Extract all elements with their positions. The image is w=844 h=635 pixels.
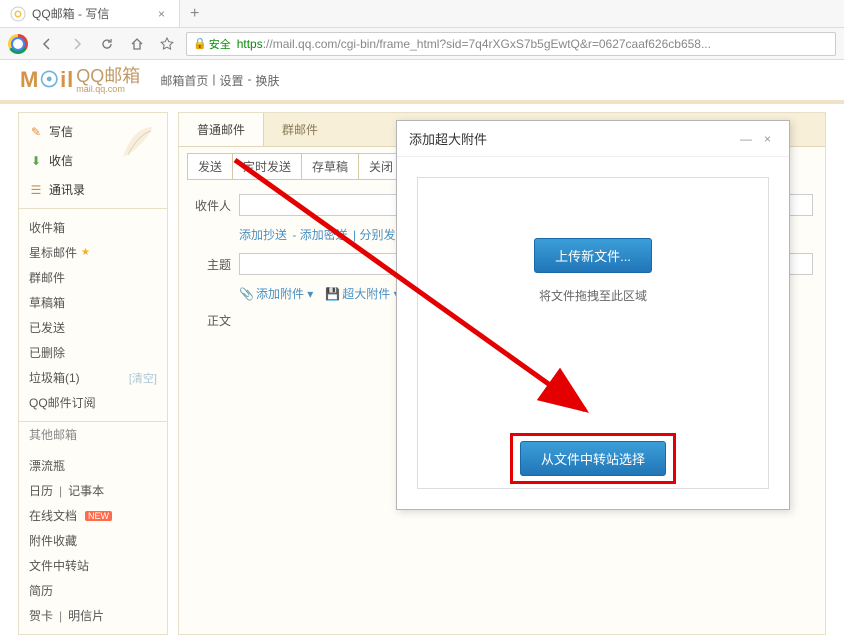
folder-starred[interactable]: 星标邮件★ [19, 240, 167, 265]
other-docs[interactable]: 在线文档NEW [19, 503, 167, 528]
lock-icon: 🔒安全 [193, 36, 231, 52]
forward-button[interactable] [66, 33, 88, 55]
url-text: https://mail.qq.com/cgi-bin/frame_html?s… [237, 37, 829, 51]
label-subject: 主题 [191, 256, 231, 273]
modal-title: 添加超大附件 [409, 129, 734, 148]
label-body: 正文 [191, 312, 231, 329]
browser-nav-bar: 🔒安全 https://mail.qq.com/cgi-bin/frame_ht… [0, 28, 844, 60]
upload-new-file-button[interactable]: 上传新文件... [534, 238, 652, 273]
other-file-relay[interactable]: 文件中转站 [19, 553, 167, 578]
sidebar-actions: ✎写信 ⬇收信 ☰通讯录 [19, 113, 167, 209]
modal-minimize-icon[interactable]: — [734, 132, 758, 146]
back-button[interactable] [36, 33, 58, 55]
address-bar[interactable]: 🔒安全 https://mail.qq.com/cgi-bin/frame_ht… [186, 32, 836, 56]
sidebar-compose[interactable]: ✎写信 [19, 117, 167, 146]
qqmail-logo[interactable]: M☉il QQ邮箱 mail.qq.com [20, 67, 140, 94]
inbox-icon: ⬇ [29, 154, 43, 168]
folder-deleted[interactable]: 已删除 [19, 340, 167, 365]
other-calendar[interactable]: 日历|记事本 [19, 478, 167, 503]
header-links: 邮箱首页 | 设置 - 换肤 [160, 72, 279, 89]
folder-sent[interactable]: 已发送 [19, 315, 167, 340]
timed-send-button[interactable]: 定时发送 [232, 153, 302, 180]
link-skin[interactable]: 换肤 [255, 72, 279, 89]
sidebar-others: 漂流瓶 日历|记事本 在线文档NEW 附件收藏 文件中转站 简历 贺卡|明信片 [19, 447, 167, 634]
browser-tab[interactable]: QQ邮箱 - 写信 × [0, 0, 180, 27]
other-attachments[interactable]: 附件收藏 [19, 528, 167, 553]
other-drift-bottle[interactable]: 漂流瓶 [19, 453, 167, 478]
add-attachment[interactable]: 📎添加附件 ▾ [239, 285, 313, 302]
tab-favicon [10, 6, 26, 22]
mail-header: M☉il QQ邮箱 mail.qq.com 邮箱首页 | 设置 - 换肤 [0, 60, 844, 100]
add-bcc[interactable]: 添加密送 [300, 228, 348, 242]
new-tab-button[interactable]: + [180, 5, 209, 23]
sidebar-contacts[interactable]: ☰通讯录 [19, 175, 167, 204]
drop-hint-text: 将文件拖拽至此区域 [539, 287, 647, 304]
big-attachment-modal: 添加超大附件 — × 上传新文件... 将文件拖拽至此区域 从文件中转站选择 [396, 120, 790, 510]
contacts-icon: ☰ [29, 183, 43, 197]
modal-close-icon[interactable]: × [758, 132, 777, 146]
select-from-relay-button[interactable]: 从文件中转站选择 [520, 441, 666, 476]
save-draft-button[interactable]: 存草稿 [301, 153, 359, 180]
sidebar-folders: 收件箱 星标邮件★ 群邮件 草稿箱 已发送 已删除 垃圾箱(1)[清空] QQ邮… [19, 209, 167, 422]
browser-tab-bar: QQ邮箱 - 写信 × + [0, 0, 844, 28]
clear-trash[interactable]: [清空] [129, 370, 157, 386]
link-mail-home[interactable]: 邮箱首页 [160, 72, 208, 89]
other-mailboxes-header: 其他邮箱 [19, 422, 167, 447]
add-cc[interactable]: 添加抄送 [239, 228, 287, 242]
paperclip-icon: 📎 [239, 287, 254, 301]
reload-button[interactable] [96, 33, 118, 55]
sidebar: ✎写信 ⬇收信 ☰通讯录 收件箱 星标邮件★ 群邮件 草稿箱 已发送 已删除 垃… [18, 112, 168, 635]
folder-subscriptions[interactable]: QQ邮件订阅 [19, 390, 167, 415]
star-button[interactable] [156, 33, 178, 55]
chrome-icon [8, 34, 28, 54]
upload-drop-zone[interactable]: 上传新文件... 将文件拖拽至此区域 从文件中转站选择 [417, 177, 769, 489]
add-big-attachment[interactable]: 💾超大附件 ▾ [325, 285, 399, 302]
tab-title: QQ邮箱 - 写信 [32, 5, 154, 22]
folder-group[interactable]: 群邮件 [19, 265, 167, 290]
star-icon: ★ [81, 247, 90, 258]
sidebar-receive[interactable]: ⬇收信 [19, 146, 167, 175]
tab-normal-mail[interactable]: 普通邮件 [179, 113, 264, 146]
label-recipient: 收件人 [191, 197, 231, 214]
send-button[interactable]: 发送 [187, 153, 233, 180]
folder-trash[interactable]: 垃圾箱(1)[清空] [19, 365, 167, 390]
folder-drafts[interactable]: 草稿箱 [19, 290, 167, 315]
folder-inbox[interactable]: 收件箱 [19, 215, 167, 240]
disk-icon: 💾 [325, 287, 340, 301]
tab-group-mail[interactable]: 群邮件 [264, 113, 336, 146]
link-settings[interactable]: 设置 [219, 72, 243, 89]
pen-icon: ✎ [29, 125, 43, 139]
tab-close-icon[interactable]: × [154, 7, 169, 21]
other-resume[interactable]: 简历 [19, 578, 167, 603]
home-button[interactable] [126, 33, 148, 55]
new-badge: NEW [85, 511, 112, 521]
other-cards[interactable]: 贺卡|明信片 [19, 603, 167, 628]
